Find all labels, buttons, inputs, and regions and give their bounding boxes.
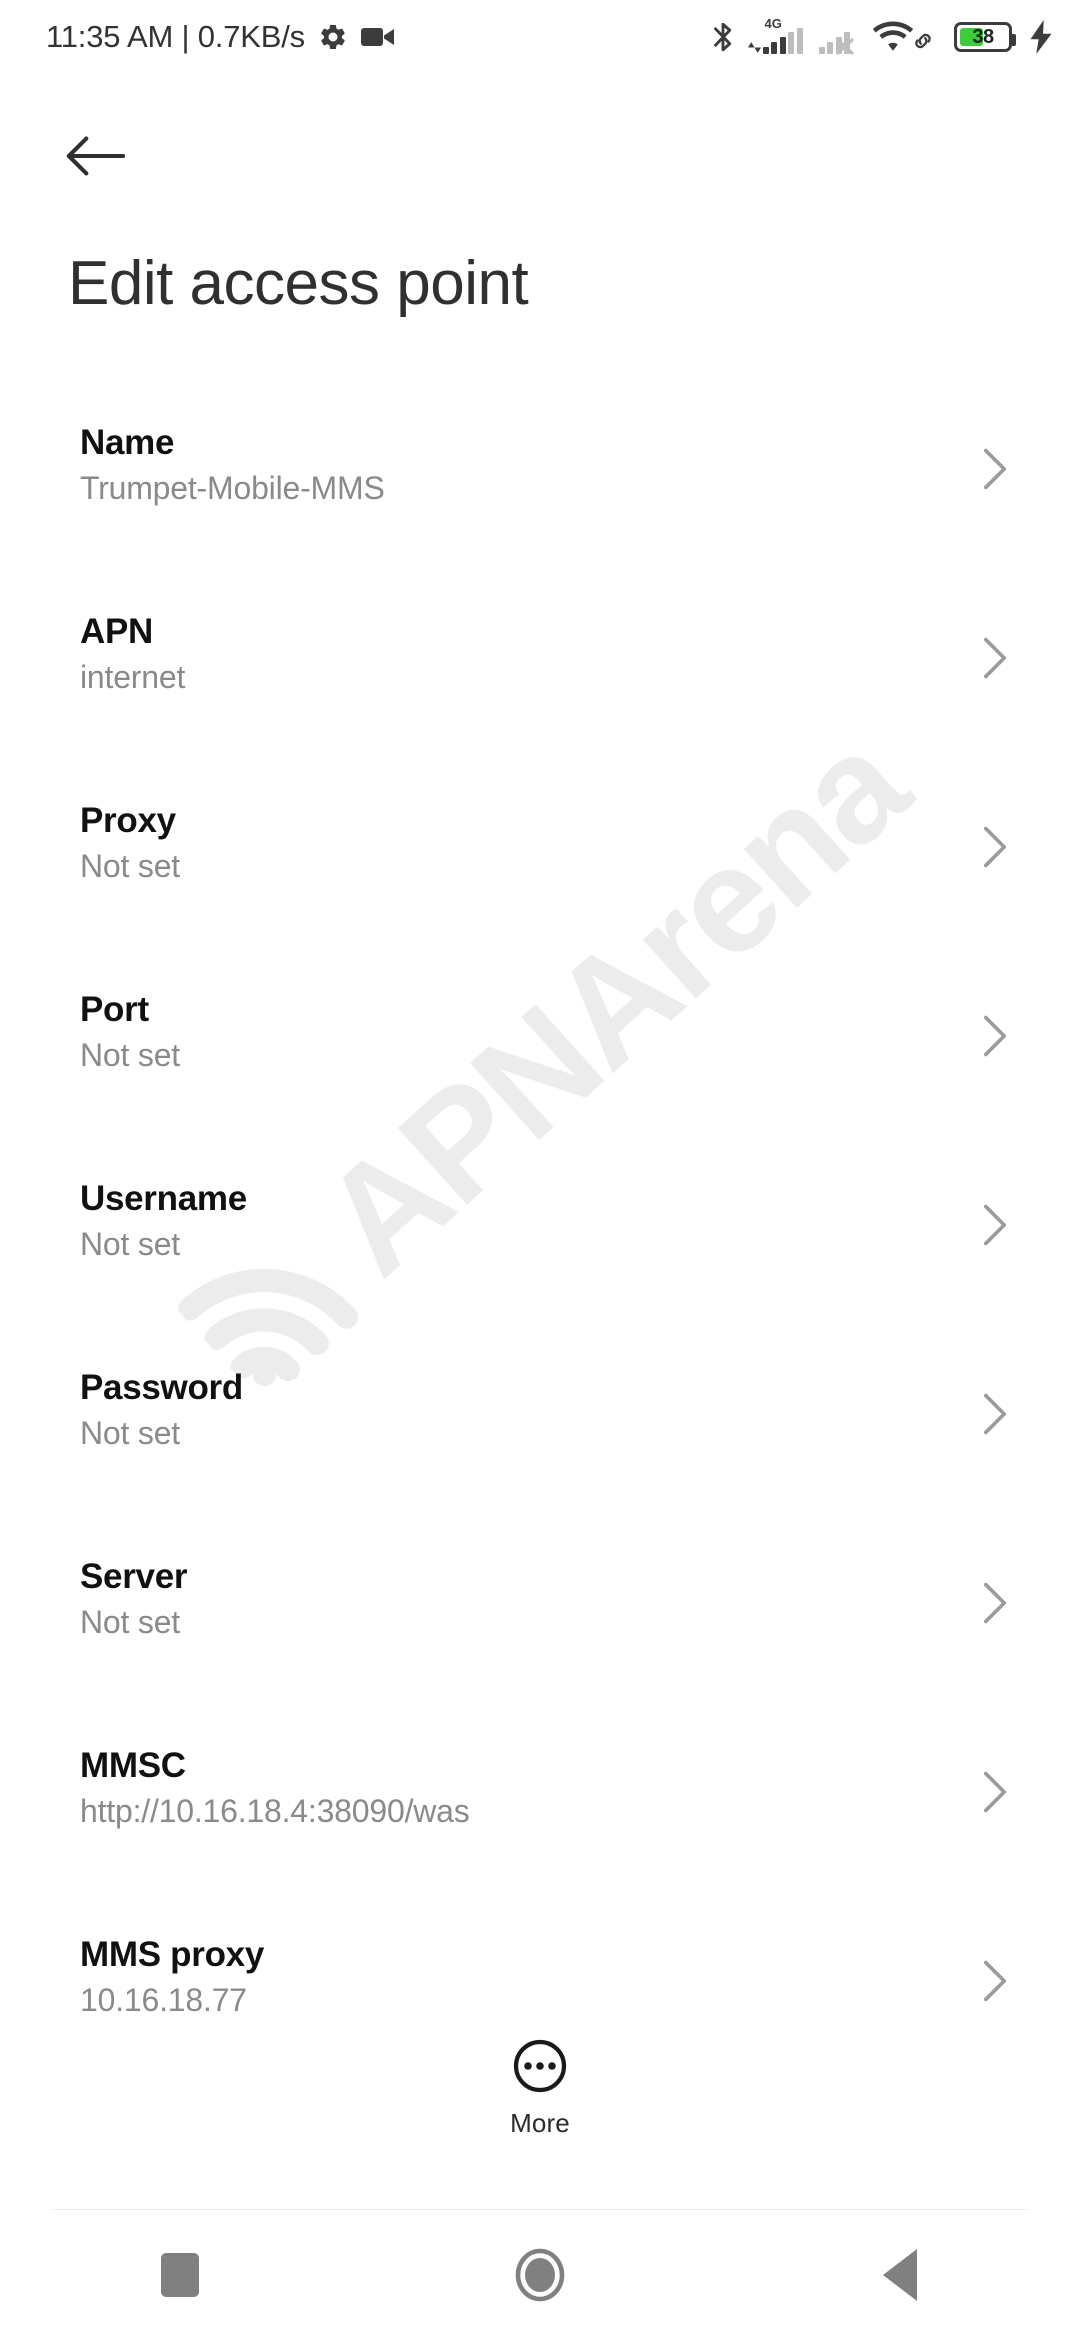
row-label: Password (80, 1368, 243, 1407)
video-camera-icon (360, 28, 394, 46)
chevron-right-icon (983, 448, 1007, 490)
row-label: MMSC (80, 1746, 186, 1785)
home-circle-icon (515, 2248, 565, 2302)
chevron-right-icon (983, 1771, 1007, 1813)
chevron-right-icon (983, 1582, 1007, 1624)
row-label: Name (80, 423, 175, 462)
gear-icon (321, 24, 345, 50)
back-nav-button[interactable] (720, 2210, 1080, 2340)
bluetooth-icon (713, 22, 731, 52)
row-value: Not set (80, 848, 180, 885)
sim1-signal-icon: 4G (747, 16, 803, 54)
setting-row-mmsc[interactable]: MMSC http://10.16.18.4:38090/was (0, 1731, 1080, 1920)
back-triangle-icon (883, 2249, 917, 2301)
row-label: Proxy (80, 801, 176, 840)
row-value: Not set (80, 1037, 180, 1074)
row-value: Not set (80, 1415, 180, 1452)
overflow-circle-icon (513, 2039, 567, 2093)
network-type-label: 4G (764, 16, 782, 31)
more-button[interactable]: More (0, 2032, 1080, 2143)
row-value: http://10.16.18.4:38090/was (80, 1793, 470, 1830)
row-label: APN (80, 612, 153, 651)
no-service-x-icon (836, 38, 854, 55)
settings-list: Name Trumpet-Mobile-MMS APN internet Pro… (0, 408, 1080, 2109)
row-label: Server (80, 1557, 188, 1596)
row-label: Port (80, 990, 149, 1029)
chevron-right-icon (983, 1960, 1007, 2002)
chevron-right-icon (983, 1393, 1007, 1435)
status-clock: 11:35 AM | 0.7KB/s (46, 19, 305, 54)
row-label: Username (80, 1179, 247, 1218)
page-title: Edit access point (68, 249, 529, 318)
chevron-right-icon (983, 637, 1007, 679)
recents-button[interactable] (0, 2210, 360, 2340)
back-button[interactable] (58, 118, 134, 194)
sim1-bars (762, 28, 803, 54)
sim2-signal-icon (818, 20, 857, 55)
status-bar: 11:35 AM | 0.7KB/s 4G 38 (0, 0, 1080, 74)
setting-row-name[interactable]: Name Trumpet-Mobile-MMS (0, 408, 1080, 597)
setting-row-password[interactable]: Password Not set (0, 1353, 1080, 1542)
phone-screen: 11:35 AM | 0.7KB/s 4G 38 APNArena Edit a… (0, 0, 1080, 2340)
setting-row-server[interactable]: Server Not set (0, 1542, 1080, 1731)
back-arrow-icon (66, 136, 126, 176)
wifi-icon (872, 21, 914, 51)
status-bar-right: 4G 38 (710, 16, 1055, 55)
row-value: Trumpet-Mobile-MMS (80, 470, 385, 507)
battery-level-label: 38 (972, 26, 994, 48)
setting-row-apn[interactable]: APN internet (0, 597, 1080, 786)
chevron-right-icon (983, 826, 1007, 868)
data-arrows-icon (747, 42, 761, 54)
row-value: internet (80, 659, 186, 696)
setting-row-proxy[interactable]: Proxy Not set (0, 786, 1080, 975)
setting-row-port[interactable]: Port Not set (0, 975, 1080, 1164)
battery-icon: 38 (954, 22, 1016, 52)
more-label: More (510, 2108, 570, 2138)
charging-bolt-icon (1030, 20, 1052, 54)
status-bar-left: 11:35 AM | 0.7KB/s (46, 19, 395, 55)
row-value: Not set (80, 1604, 180, 1641)
row-label: MMS proxy (80, 1935, 264, 1974)
row-value: Not set (80, 1226, 180, 1263)
chevron-right-icon (983, 1204, 1007, 1246)
link-icon (915, 33, 931, 49)
recents-square-icon (161, 2253, 199, 2297)
chevron-right-icon (983, 1015, 1007, 1057)
setting-row-username[interactable]: Username Not set (0, 1164, 1080, 1353)
row-value: 10.16.18.77 (80, 1982, 247, 2019)
navigation-bar (0, 2210, 1080, 2340)
home-button[interactable] (360, 2210, 720, 2340)
